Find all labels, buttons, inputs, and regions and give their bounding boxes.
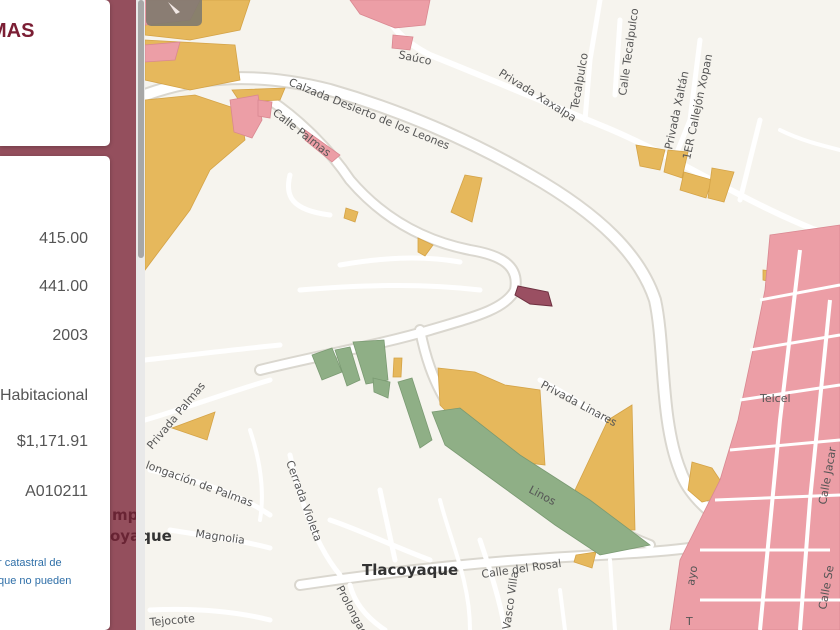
value-code: A010211 xyxy=(25,483,88,500)
parcel-title-card: MAS , xyxy=(0,0,110,146)
value-price: $1,171.91 xyxy=(16,433,88,450)
value-land-area: 415.00 xyxy=(39,230,88,247)
value-year: 2003 xyxy=(52,327,88,344)
label-t: T xyxy=(685,615,693,628)
parcel-info-card: 415.00 441.00 2003 Habitacional $1,171.9… xyxy=(0,156,110,630)
label-tlacoyaque: Tlacoyaque xyxy=(362,561,458,579)
parcel-title: MAS xyxy=(0,20,35,42)
value-land-use: Habitacional xyxy=(0,387,88,404)
map-control-button[interactable] xyxy=(146,0,202,26)
sidebar-scroll-thumb[interactable] xyxy=(138,0,144,258)
value-built-area: 441.00 xyxy=(39,278,88,295)
label-telcel: Telcel xyxy=(759,392,791,405)
note-line-2: que no pueden xyxy=(0,575,72,587)
expand-icon xyxy=(168,2,180,14)
note-line-1: r catastral de xyxy=(0,557,62,569)
